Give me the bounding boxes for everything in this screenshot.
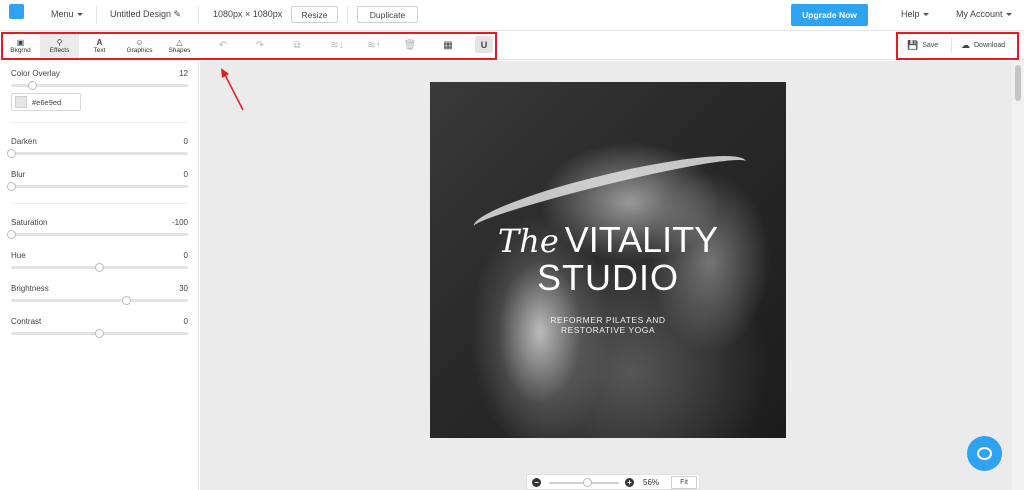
zoom-in-icon[interactable]: + [625,478,634,487]
duplicate-button[interactable]: Duplicate [357,6,418,23]
slider-handle[interactable] [121,296,131,305]
design-title-line2[interactable]: STUDIO [430,258,786,298]
chat-support-button[interactable] [967,436,1002,471]
brightness-row: Brightness 30 [11,284,188,293]
zoom-slider[interactable] [549,478,619,487]
vertical-scrollbar[interactable] [1012,61,1024,490]
color-overlay-slider[interactable] [11,81,188,90]
size-label: 1080px × 1080px [213,9,283,19]
help-menu[interactable]: Help [901,9,929,19]
subtitle-line1: REFORMER PILATES AND [550,315,666,325]
darken-label: Darken [11,137,37,146]
upgrade-button[interactable]: Upgrade Now [791,4,868,26]
slider-handle[interactable] [6,230,16,239]
darken-slider[interactable] [6,149,188,158]
color-overlay-row: Color Overlay 12 [11,69,188,78]
saturation-row: Saturation -100 [11,218,188,227]
divider [11,122,188,123]
menu-button[interactable]: Menu [51,9,83,19]
contrast-slider[interactable] [11,329,188,338]
scrollbar-thumb[interactable] [1015,65,1021,101]
slider-handle[interactable] [95,329,104,338]
top-bar: Menu Untitled Design ✎ 1080px × 1080px R… [0,0,1024,31]
darken-value: 0 [183,137,188,146]
chevron-down-icon [922,13,929,17]
contrast-row: Contrast 0 [11,317,188,326]
chevron-down-icon [76,13,83,17]
title-word: VITALITY [564,219,719,260]
help-label: Help [901,9,920,19]
menu-label: Menu [51,9,74,19]
title-prefix: The [497,222,559,260]
blur-label: Blur [11,170,26,179]
divider [11,203,188,204]
slider-handle[interactable] [6,149,16,158]
brightness-label: Brightness [11,284,49,293]
highlight-tools-box [1,32,497,60]
slider-handle[interactable] [27,81,37,90]
saturation-label: Saturation [11,218,48,227]
brightness-value: 30 [179,284,188,293]
overlay-color-value: #e6e9ed [32,97,62,107]
brightness-slider[interactable] [11,296,188,305]
zoom-out-icon[interactable]: − [532,478,541,487]
fit-button[interactable]: Fit [671,476,697,489]
account-menu[interactable]: My Account [956,9,1012,19]
hue-row: Hue 0 [11,251,188,260]
saturation-value: -100 [171,218,188,227]
color-swatch [15,96,27,108]
subtitle-line2: RESTORATIVE YOGA [561,325,655,335]
design-subtitle[interactable]: REFORMER PILATES AND RESTORATIVE YOGA [430,315,786,335]
darken-row: Darken 0 [11,137,188,146]
design-name[interactable]: Untitled Design ✎ [110,9,181,20]
app-logo[interactable] [9,4,28,23]
hue-slider[interactable] [11,263,188,272]
design-title-line1[interactable]: The VITALITY [430,220,786,261]
saturation-slider[interactable] [6,230,188,239]
color-overlay-value: 12 [179,69,188,78]
overlay-color-picker[interactable]: #e6e9ed [11,93,81,111]
annotation-arrow-icon [221,68,244,111]
contrast-label: Contrast [11,317,42,326]
blur-row: Blur 0 [11,170,188,179]
blur-value: 0 [183,170,188,179]
blur-slider[interactable] [6,182,188,191]
zoom-slider-handle[interactable] [583,478,592,487]
color-overlay-label: Color Overlay [11,69,60,78]
design-canvas[interactable]: The VITALITY STUDIO REFORMER PILATES AND … [430,82,786,438]
zoom-percent: 56% [643,478,660,487]
chevron-down-icon [1005,13,1012,17]
account-label: My Account [956,9,1003,19]
design-name-label: Untitled Design [110,9,172,19]
contrast-value: 0 [183,317,188,326]
chat-icon [977,447,992,460]
resize-button[interactable]: Resize [291,6,338,23]
hue-label: Hue [11,251,26,260]
pencil-icon: ✎ [173,9,182,19]
highlight-save-box [896,32,1019,60]
zoom-control: − + 56% Fit [526,474,700,490]
effects-panel [0,61,199,490]
hue-value: 0 [183,251,188,260]
slider-handle[interactable] [95,263,104,272]
slider-handle[interactable] [6,182,16,191]
